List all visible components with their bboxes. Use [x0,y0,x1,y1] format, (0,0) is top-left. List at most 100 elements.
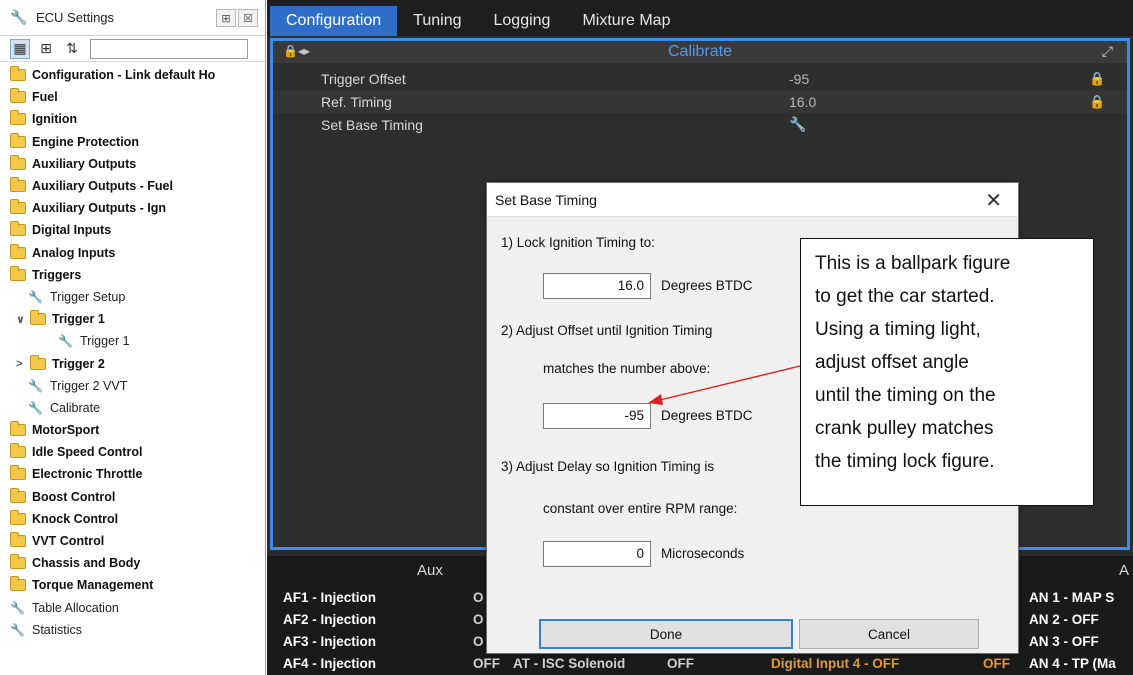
param-row-trigger-offset[interactable]: Trigger Offset -95 🔒 [273,67,1127,90]
wrench-icon: 🔧 [28,289,43,304]
tree-item-label: Trigger 2 VVT [50,378,128,393]
folder-icon [10,243,26,259]
tree-item-label: Chassis and Body [32,556,141,571]
close-panel-button[interactable]: ☒ [238,9,258,27]
calibrate-title: Calibrate [667,43,733,60]
lock-nav-icon[interactable]: 🔒◂▸ [283,44,310,58]
delay-input[interactable]: 0 [543,541,651,567]
folder-icon [10,421,26,437]
cancel-button[interactable]: Cancel [799,619,979,649]
tree-item[interactable]: Auxiliary Outputs - Fuel [0,175,265,197]
tree-item[interactable]: 🔧 Trigger Setup [0,286,265,308]
tree-item[interactable]: Auxiliary Outputs [0,153,265,175]
param-value[interactable]: -95 [789,71,809,87]
folder-icon [10,532,26,548]
settings-tree: Configuration - Link default Ho Fuel Ignit… [0,62,265,641]
tab-tuning[interactable]: Tuning [397,6,477,36]
step2-label-cont: matches the number above: [543,361,711,376]
tab-mixture-map[interactable]: Mixture Map [566,6,686,36]
close-icon[interactable]: ✕ [985,188,1002,213]
lock-timing-input[interactable]: 16.0 [543,273,651,299]
folder-icon [10,199,26,215]
tree-item[interactable]: Digital Inputs [0,219,265,241]
tree-item-label: Torque Management [32,578,154,593]
tree-item[interactable]: Electronic Throttle [0,463,265,485]
tree-item-label: Ignition [32,112,78,127]
tree-item-label: Statistics [32,622,83,637]
param-row-set-base-timing[interactable]: Set Base Timing 🔧 [273,113,1127,136]
aux-row-state: O [473,612,484,627]
param-name: Set Base Timing [321,116,423,133]
folder-icon [10,465,26,481]
analog-row: AN 2 - OFF [1029,612,1099,627]
param-name: Ref. Timing [321,93,392,110]
tree-item[interactable]: Fuel [0,86,265,108]
tree-item-label: Table Allocation [32,600,119,615]
ecu-settings-panel: 🔧 ECU Settings ⊞ ☒ ▦ ⊞ ⇅ Configuration -… [0,0,266,675]
tree-item-label: Trigger 1 [80,334,130,349]
folder-icon [10,576,26,592]
tree-item[interactable]: Engine Protection [0,131,265,153]
wrench-icon[interactable]: 🔧 [789,116,806,133]
tree-item[interactable]: Chassis and Body [0,552,265,574]
tree-item[interactable]: Triggers [0,264,265,286]
tree-item[interactable]: Ignition [0,108,265,130]
done-button[interactable]: Done [539,619,793,649]
tree-item[interactable]: Analog Inputs [0,242,265,264]
dialog-title: Set Base Timing [495,191,597,208]
callout-line: to get the car started. [815,286,995,307]
folder-icon [10,443,26,459]
tree-item[interactable]: Knock Control [0,508,265,530]
aux-header: Aux [417,562,443,579]
tree-item[interactable]: 🔧 Trigger 1 [0,330,265,352]
expand-icon[interactable]: ⤢ [1102,43,1113,60]
tree-item-label: Engine Protection [32,134,139,149]
sort-az-icon[interactable]: ⇅ [62,39,82,59]
tree-item-label: Auxiliary Outputs - Fuel [32,179,173,194]
offset-input[interactable]: -95 [543,403,651,429]
analog-row: AN 1 - MAP S [1029,590,1115,605]
tab-logging[interactable]: Logging [478,6,567,36]
tree-item[interactable]: > Trigger 2 [0,352,265,374]
categorized-view-icon[interactable]: ▦ [10,38,30,59]
tree-item[interactable]: Auxiliary Outputs - Ign [0,197,265,219]
tree-item[interactable]: ∨ Trigger 1 [0,308,265,330]
tree-item-label: MotorSport [32,423,100,438]
tree-search-input[interactable] [90,38,248,59]
tree-item[interactable]: 🔧 Table Allocation [0,597,265,619]
tree-item[interactable]: VVT Control [0,530,265,552]
tree-item-label: Digital Inputs [32,223,112,238]
annotation-callout: This is a ballpark figure to get the car… [800,238,1094,506]
param-row-ref-timing[interactable]: Ref. Timing 16.0 🔒 [273,90,1127,113]
folder-icon [10,110,26,126]
wrench-icon: 🔧 [10,622,25,637]
pin-button[interactable]: ⊞ [216,9,236,27]
param-value[interactable]: 16.0 [789,94,816,110]
analog-row: AN 3 - OFF [1029,634,1099,649]
grid-view-icon[interactable]: ⊞ [36,39,56,59]
tree-item[interactable]: 🔧 Statistics [0,619,265,641]
tree-item[interactable]: Boost Control [0,486,265,508]
wrench-icon: 🔧 [58,334,73,349]
step3-label: 3) Adjust Delay so Ignition Timing is [501,459,715,474]
folder-icon [10,177,26,193]
tree-item[interactable]: Torque Management [0,574,265,596]
folder-icon [10,221,26,237]
tree-item-label: Configuration - Link default Ho [32,68,216,83]
callout-line: the timing lock figure. [815,451,995,472]
folder-icon [10,154,26,170]
tree-item[interactable]: Configuration - Link default Ho [0,64,265,86]
calibrate-title-bar: 🔒◂▸ Calibrate ⤢ [273,41,1127,63]
tab-configuration[interactable]: Configuration [270,6,398,36]
chevron-right-icon[interactable]: > [16,358,28,370]
chevron-down-icon[interactable]: ∨ [16,313,28,326]
tree-item[interactable]: 🔧 Calibrate [0,397,265,419]
callout-line: Using a timing light, [815,319,981,340]
callout-line: until the timing on the [815,385,996,406]
aux-row-name: AF1 - Injection [283,590,377,605]
callout-line: This is a ballpark figure [815,253,1011,274]
tree-item[interactable]: 🔧 Trigger 2 VVT [0,375,265,397]
aux-row-name: AF2 - Injection [283,612,377,627]
tree-item[interactable]: Idle Speed Control [0,441,265,463]
tree-item[interactable]: MotorSport [0,419,265,441]
